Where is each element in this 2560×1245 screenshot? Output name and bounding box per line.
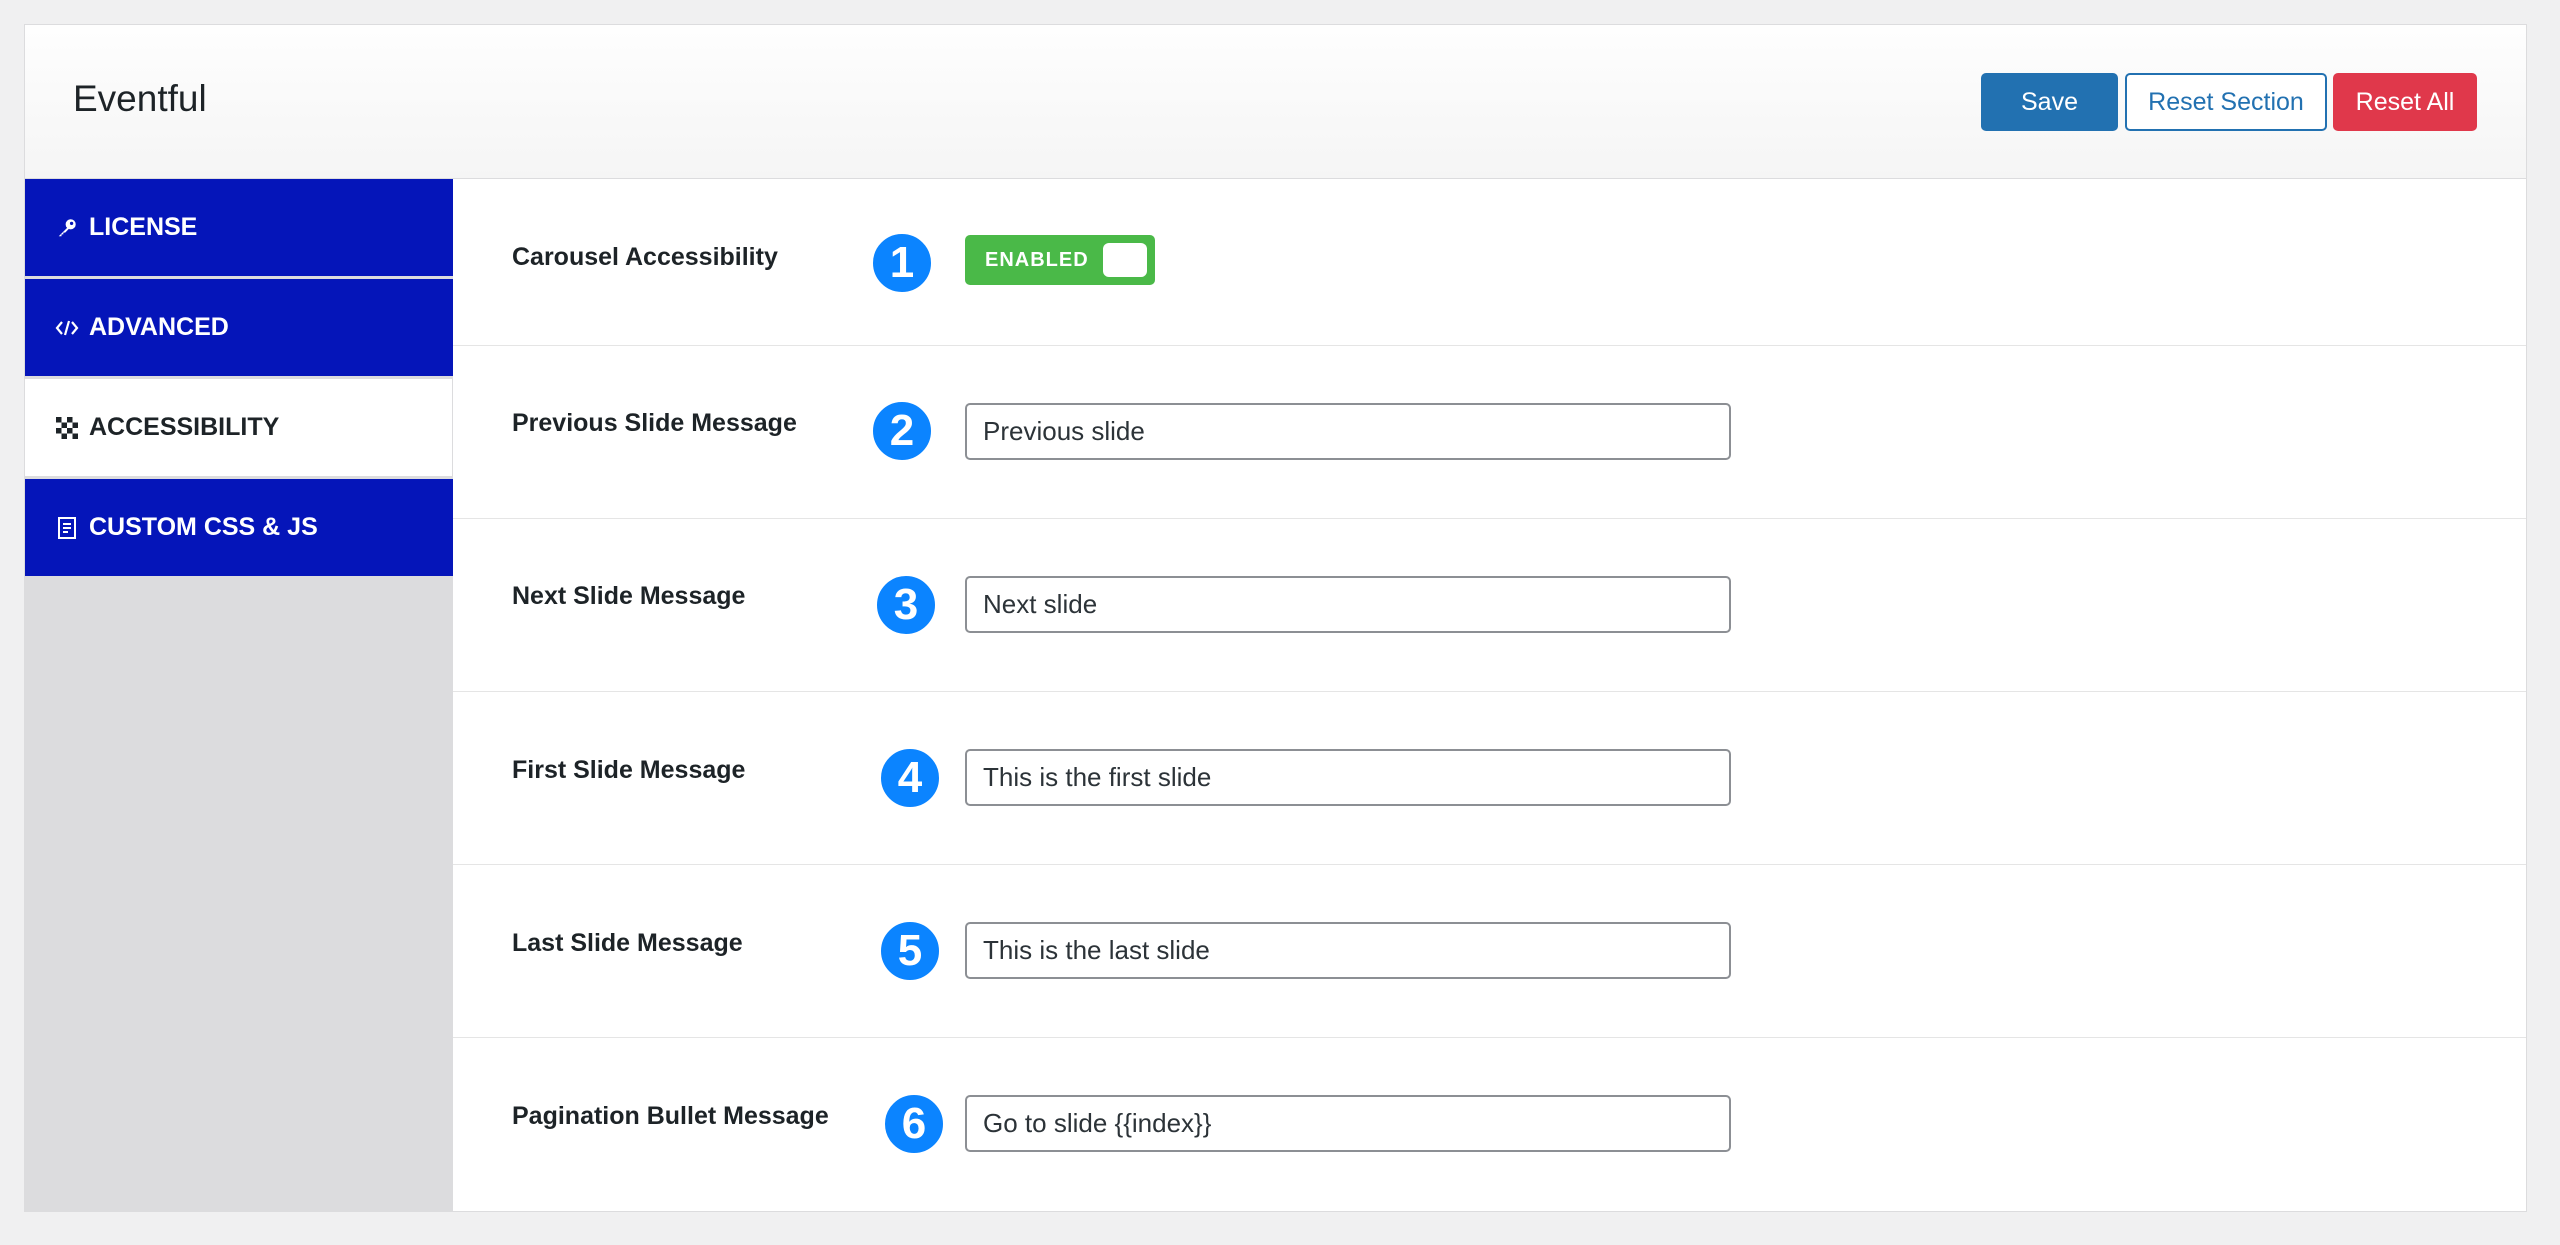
setting-row-previous-slide: Previous Slide Message 2 bbox=[453, 346, 2526, 519]
step-badge: 2 bbox=[870, 399, 934, 463]
setting-label: Pagination Bullet Message bbox=[512, 1102, 829, 1130]
step-badge: 4 bbox=[878, 746, 942, 810]
setting-label: Next Slide Message bbox=[512, 582, 746, 610]
toggle-knob bbox=[1103, 243, 1147, 277]
sidebar-item-label: ACCESSIBILITY bbox=[89, 413, 280, 441]
sidebar-item-accessibility[interactable]: ACCESSIBILITY bbox=[25, 379, 453, 476]
setting-label: Last Slide Message bbox=[512, 929, 743, 957]
reset-section-button[interactable]: Reset Section bbox=[2125, 73, 2327, 131]
setting-row-last-slide: Last Slide Message 5 bbox=[453, 865, 2526, 1038]
sidebar-item-advanced[interactable]: ADVANCED bbox=[25, 279, 453, 376]
key-icon bbox=[55, 216, 79, 240]
step-badge: 6 bbox=[882, 1092, 946, 1156]
setting-row-first-slide: First Slide Message 4 bbox=[453, 692, 2526, 865]
setting-label: Carousel Accessibility bbox=[512, 243, 778, 271]
sidebar-item-label: CUSTOM CSS & JS bbox=[89, 513, 318, 541]
pagination-bullet-input[interactable] bbox=[965, 1095, 1731, 1152]
next-slide-input[interactable] bbox=[965, 576, 1731, 633]
step-badge: 1 bbox=[870, 231, 934, 295]
last-slide-input[interactable] bbox=[965, 922, 1731, 979]
checkerboard-icon bbox=[55, 416, 79, 440]
setting-row-next-slide: Next Slide Message 3 bbox=[453, 519, 2526, 692]
step-badge: 5 bbox=[878, 919, 942, 983]
sidebar-item-label: LICENSE bbox=[89, 213, 198, 241]
toggle-label: ENABLED bbox=[985, 249, 1089, 271]
previous-slide-input[interactable] bbox=[965, 403, 1731, 460]
settings-content: Carousel Accessibility 1 ENABLED Previou… bbox=[453, 179, 2526, 1212]
code-icon bbox=[55, 316, 79, 340]
save-button[interactable]: Save bbox=[1981, 73, 2118, 131]
carousel-accessibility-toggle[interactable]: ENABLED bbox=[965, 235, 1155, 285]
app-title: Eventful bbox=[73, 78, 207, 119]
setting-label: Previous Slide Message bbox=[512, 409, 797, 437]
sidebar-item-custom-css-js[interactable]: CUSTOM CSS & JS bbox=[25, 479, 453, 576]
sidebar: LICENSE ADVANCED ACCESSIBILITY CUSTOM CS… bbox=[25, 179, 453, 1212]
setting-row-carousel-accessibility: Carousel Accessibility 1 ENABLED bbox=[453, 179, 2526, 346]
sidebar-item-license[interactable]: LICENSE bbox=[25, 179, 453, 276]
setting-label: First Slide Message bbox=[512, 756, 746, 784]
header-bar: Eventful Save Reset Section Reset All bbox=[25, 25, 2526, 179]
settings-panel: Eventful Save Reset Section Reset All LI… bbox=[24, 24, 2527, 1212]
file-code-icon bbox=[55, 516, 79, 540]
reset-all-button[interactable]: Reset All bbox=[2333, 73, 2477, 131]
step-badge: 3 bbox=[874, 573, 938, 637]
first-slide-input[interactable] bbox=[965, 749, 1731, 806]
setting-row-pagination-bullet: Pagination Bullet Message 6 bbox=[453, 1038, 2526, 1212]
sidebar-item-label: ADVANCED bbox=[89, 313, 229, 341]
